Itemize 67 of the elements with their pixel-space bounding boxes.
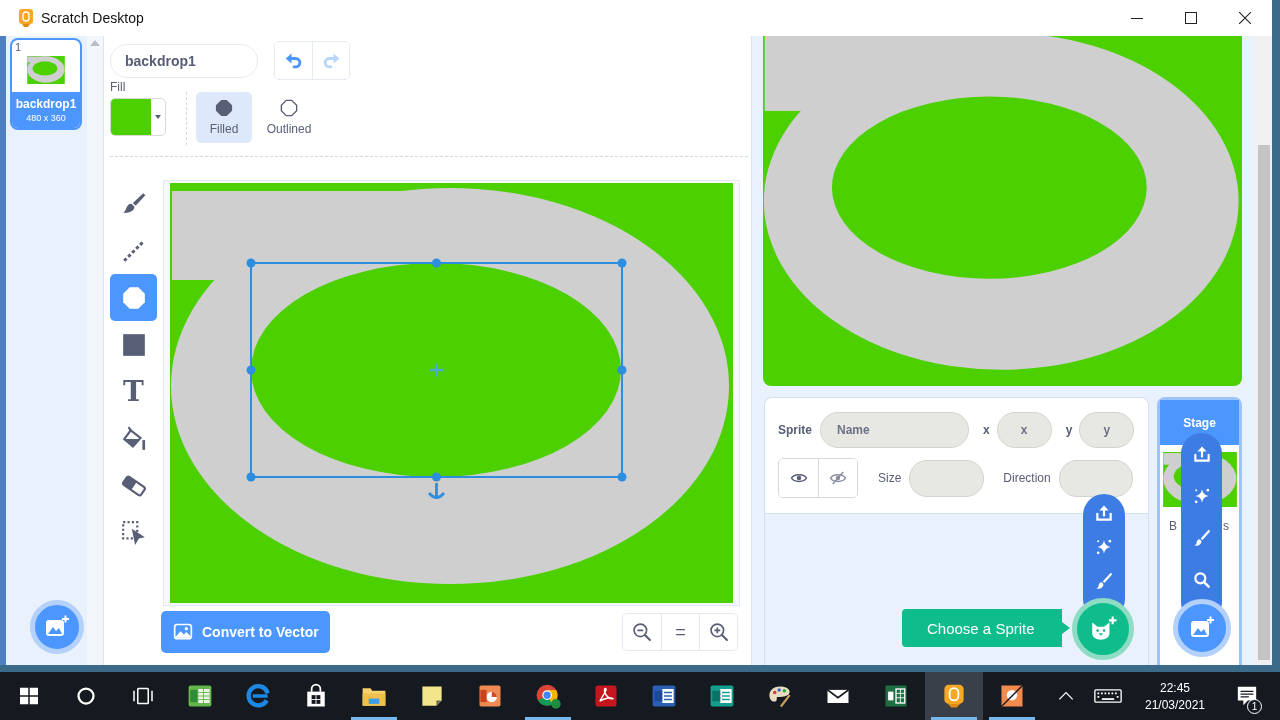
- costume-tile[interactable]: 1 backdrop1 480 x 360: [10, 38, 82, 130]
- search-icon: [1191, 570, 1212, 590]
- image-plus-icon: [45, 615, 69, 639]
- circle-tool-button[interactable]: [110, 274, 157, 321]
- fill-color-picker[interactable]: [110, 98, 166, 136]
- select-icon: [120, 519, 147, 546]
- brush-icon: [1094, 571, 1114, 591]
- size-field[interactable]: [909, 459, 985, 497]
- eraser-icon: [120, 472, 147, 499]
- x-field[interactable]: x: [996, 412, 1052, 448]
- x-label: x: [983, 423, 990, 437]
- chevron-up-icon: [1057, 691, 1075, 701]
- sprite-name-field[interactable]: Name: [820, 412, 969, 448]
- browser-icon: [244, 682, 272, 710]
- close-icon: [1239, 12, 1251, 24]
- costume-size: 480 x 360: [26, 113, 66, 123]
- resize-handle[interactable]: [432, 258, 441, 268]
- keyboard-icon: [1094, 689, 1122, 703]
- resize-handle[interactable]: [432, 472, 441, 482]
- costume-name: backdrop1: [15, 97, 77, 111]
- size-label: Size: [878, 471, 902, 485]
- fill-label: Fill: [110, 80, 127, 94]
- rectangle-icon: [120, 331, 147, 358]
- y-field[interactable]: y: [1079, 412, 1135, 448]
- resize-handle[interactable]: [617, 258, 627, 268]
- hide-button[interactable]: [818, 459, 857, 497]
- zoom-in-icon: [708, 622, 729, 642]
- backdrop-thumbnail-drawing: [27, 56, 65, 84]
- eye-slash-icon: [829, 469, 847, 487]
- y-label: y: [1065, 423, 1073, 437]
- text-tool-button[interactable]: T: [110, 368, 157, 415]
- zoom-in-button[interactable]: [699, 614, 737, 650]
- taskbar-button[interactable]: [925, 672, 983, 720]
- caret-icon: [155, 115, 161, 119]
- scrollbar-thumb[interactable]: [1257, 145, 1270, 660]
- image-plus-icon: [1190, 616, 1214, 640]
- sparkle-icon: [1094, 537, 1114, 557]
- action-center-button[interactable]: 1: [1226, 672, 1268, 720]
- zoom-out-icon: [632, 622, 652, 642]
- center-crosshair-icon: [428, 362, 445, 378]
- resize-handle[interactable]: [246, 365, 256, 375]
- direction-field[interactable]: [1058, 459, 1133, 497]
- browser-icon: [534, 682, 562, 710]
- costume-name-field[interactable]: backdrop1: [110, 43, 258, 78]
- upload-icon: [1094, 503, 1114, 523]
- resize-handle[interactable]: [617, 365, 627, 375]
- sprite-label: Sprite: [778, 423, 812, 437]
- direction-label: Direction: [1003, 471, 1051, 485]
- choose-sprite-tooltip: Choose a Sprite: [902, 609, 1070, 647]
- backdrops-label-fragment: s: [1223, 519, 1229, 533]
- image-icon: [173, 622, 193, 642]
- maximize-icon: [1185, 12, 1197, 24]
- paint-bucket-icon: [120, 425, 147, 452]
- window-title: Scratch Desktop: [41, 10, 144, 26]
- resize-handle[interactable]: [246, 258, 256, 268]
- resize-handle[interactable]: [617, 472, 627, 482]
- clock-button[interactable]: 22:45 21/03/2021: [1134, 672, 1216, 720]
- filled-mode-button[interactable]: Filled: [196, 92, 252, 143]
- outlined-mode-button[interactable]: Outlined: [261, 92, 317, 143]
- cat-plus-icon: [1089, 616, 1117, 642]
- upload-icon: [1191, 444, 1212, 464]
- rotation-handle-icon[interactable]: [427, 481, 446, 499]
- app-icon: [18, 9, 34, 27]
- notification-count: 1: [1247, 699, 1262, 714]
- costume-number: 1: [15, 41, 22, 53]
- resize-handle[interactable]: [246, 472, 256, 482]
- backdrops-label-fragment: B: [1169, 519, 1177, 533]
